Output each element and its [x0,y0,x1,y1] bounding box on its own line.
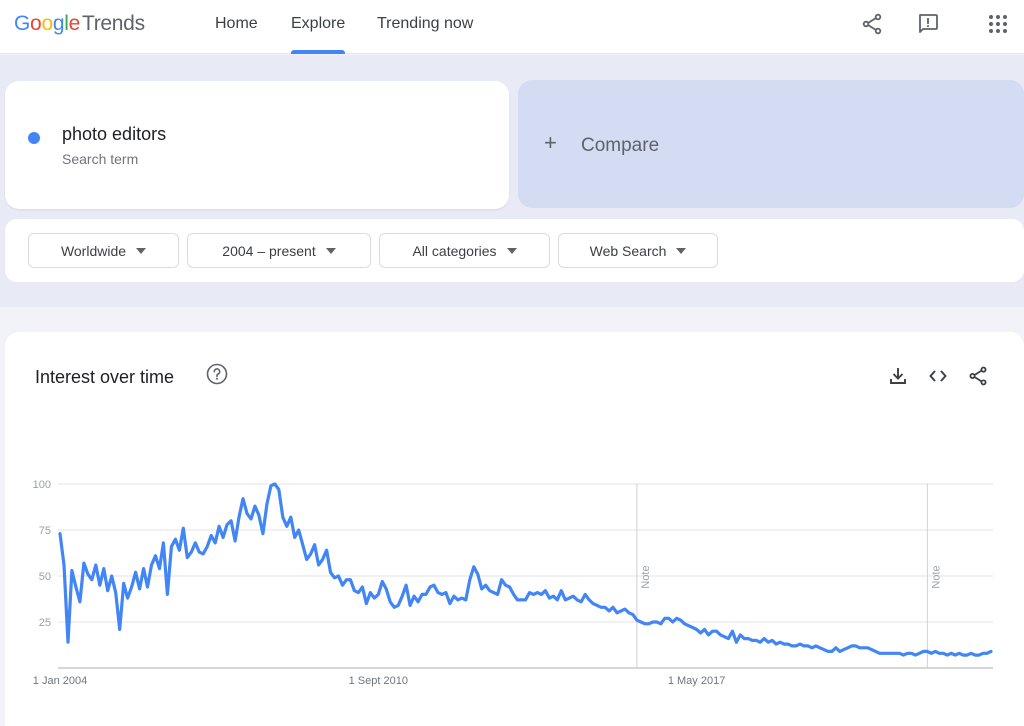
y-tick-label: 25 [39,617,51,629]
series-line-photo-editors [58,482,993,657]
note-marker-label: Note [930,565,942,588]
note-marker-label: Note [640,565,652,588]
x-tick-label: 1 May 2017 [668,675,725,687]
y-tick-label: 50 [39,571,51,583]
interest-line-chart: Note Note 25 50 75 100 1 Jan 2004 1 Sept 2010 1… [33,479,993,687]
y-tick-label: 100 [33,479,51,491]
x-tick-label: 1 Sept 2010 [349,675,408,687]
y-tick-label: 75 [39,525,51,537]
x-tick-label: 1 Jan 2004 [33,675,87,687]
